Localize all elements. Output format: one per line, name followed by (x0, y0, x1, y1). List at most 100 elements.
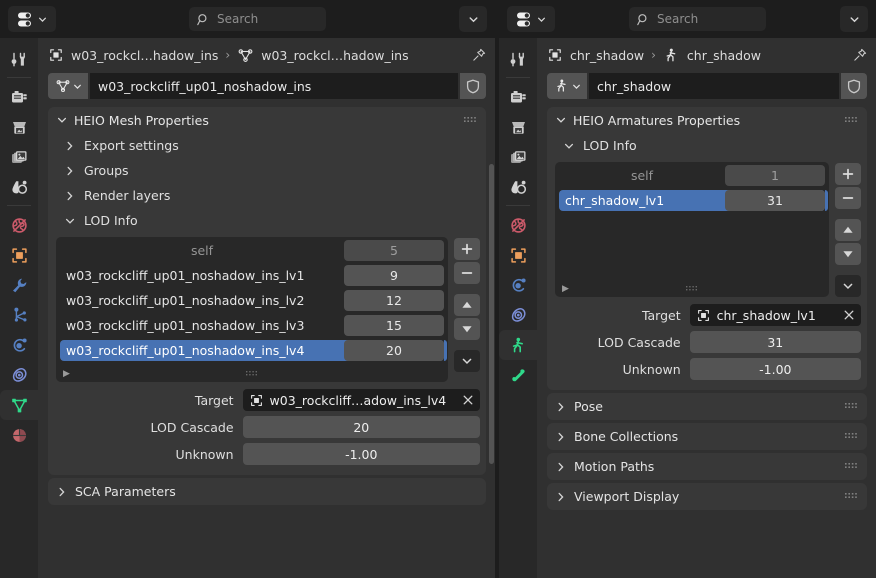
list-item[interactable]: w03_rockcliff_up01_noshadow_ins_lv1 9 (60, 265, 444, 286)
list-item[interactable]: w03_rockcliff_up01_noshadow_ins_lv4 20 (60, 340, 447, 361)
lod-cascade-value[interactable]: 5 (344, 240, 444, 261)
list-item[interactable]: chr_shadow_lv1 31 (559, 190, 828, 211)
shield-fake-user-icon[interactable] (460, 73, 486, 99)
right-editor-options-button[interactable] (840, 6, 868, 32)
subpanel-lod-info[interactable]: LOD Info (547, 133, 867, 158)
unknown-field[interactable]: -1.00 (242, 443, 480, 465)
grip-dots-icon[interactable] (559, 285, 825, 292)
sidebar-item-object[interactable] (0, 240, 38, 270)
sidebar-item-physics[interactable] (0, 330, 38, 360)
add-lod-button[interactable] (454, 238, 480, 260)
lod-cascade-field[interactable]: 20 (242, 416, 480, 438)
armature-name-input[interactable]: chr_shadow (589, 73, 839, 99)
sca-parameters-panel-header[interactable]: SCA Parameters (48, 478, 486, 505)
pin-icon[interactable] (471, 47, 487, 63)
remove-lod-button[interactable] (835, 187, 861, 209)
sidebar-item-object-constraints[interactable] (499, 300, 537, 330)
grip-dots-icon[interactable] (845, 462, 859, 471)
list-item[interactable]: self 5 (60, 240, 444, 261)
sidebar-item-output[interactable] (0, 112, 38, 142)
lod-specials-menu-button[interactable] (835, 275, 861, 297)
pin-icon[interactable] (852, 47, 868, 63)
list-item[interactable]: w03_rockcliff_up01_noshadow_ins_lv2 12 (60, 290, 444, 311)
grip-dots-icon[interactable] (845, 116, 859, 125)
breadcrumb-data-name[interactable]: w03_rockcl…hadow_ins (261, 48, 408, 63)
subpanel-export-settings[interactable]: Export settings (48, 133, 486, 158)
sidebar-item-render[interactable] (499, 82, 537, 112)
panel-title: SCA Parameters (75, 484, 176, 499)
sidebar-item-view-layer[interactable] (0, 142, 38, 172)
sidebar-item-physics[interactable] (499, 270, 537, 300)
editor-type-selector[interactable] (8, 6, 56, 32)
search-input[interactable]: Search (189, 7, 326, 31)
move-lod-up-button[interactable] (454, 294, 480, 316)
grip-dots-icon[interactable] (60, 370, 444, 377)
viewport-display-panel-header[interactable]: Viewport Display (547, 483, 867, 510)
subpanel-lod-info[interactable]: LOD Info (48, 208, 486, 233)
sidebar-item-object-data-armature[interactable] (499, 330, 537, 360)
chevron-down-icon (849, 14, 860, 25)
lod-cascade-value[interactable]: 1 (725, 165, 825, 186)
pose-panel-header[interactable]: Pose (547, 393, 867, 420)
left-content-scrollbar[interactable] (489, 164, 494, 464)
lod-cascade-value[interactable]: 15 (344, 315, 444, 336)
sidebar-item-world[interactable] (0, 210, 38, 240)
sidebar-item-scene[interactable] (0, 172, 38, 206)
grip-dots-icon[interactable] (464, 116, 478, 125)
lod-cascade-value[interactable]: 20 (344, 340, 444, 361)
move-lod-up-button[interactable] (835, 219, 861, 241)
x-icon[interactable] (462, 394, 474, 406)
lod-cascade-value[interactable]: 31 (725, 190, 825, 211)
target-id-field[interactable]: w03_rockcliff…adow_ins_lv4 (242, 389, 480, 411)
heio-mesh-properties-panel-header[interactable]: HEIO Mesh Properties (48, 107, 486, 133)
sidebar-item-bone[interactable] (499, 360, 537, 390)
id-type-dropdown[interactable] (48, 73, 88, 99)
breadcrumb-object-name[interactable]: chr_shadow (570, 48, 644, 63)
move-lod-down-button[interactable] (454, 318, 480, 340)
sidebar-item-modifiers[interactable] (0, 270, 38, 300)
lod-cascade-value[interactable]: 9 (344, 265, 444, 286)
plus-icon (461, 243, 473, 255)
target-id-field[interactable]: chr_shadow_lv1 (689, 304, 861, 326)
add-lod-button[interactable] (835, 163, 861, 185)
remove-lod-button[interactable] (454, 262, 480, 284)
grip-dots-icon[interactable] (845, 492, 859, 501)
properties-editor-icon (516, 11, 535, 28)
list-item[interactable]: self 1 (559, 165, 825, 186)
x-icon[interactable] (843, 309, 855, 321)
sidebar-item-output[interactable] (499, 112, 537, 142)
grip-dots-icon[interactable] (845, 432, 859, 441)
sidebar-item-material[interactable] (0, 420, 38, 450)
subpanel-label: Export settings (84, 138, 179, 153)
sidebar-item-tool[interactable] (499, 44, 537, 78)
breadcrumb-data-name[interactable]: chr_shadow (687, 48, 761, 63)
lod-specials-menu-button[interactable] (454, 350, 480, 372)
grip-dots-icon[interactable] (845, 402, 859, 411)
search-input[interactable]: Search (629, 7, 766, 31)
id-type-dropdown[interactable] (547, 73, 587, 99)
sidebar-item-object-data-mesh[interactable] (0, 390, 38, 420)
mesh-name-input[interactable]: w03_rockcliff_up01_noshadow_ins (90, 73, 458, 99)
sidebar-item-object-constraints[interactable] (0, 360, 38, 390)
editor-type-selector[interactable] (507, 6, 555, 32)
heio-armatures-properties-panel-header[interactable]: HEIO Armatures Properties (547, 107, 867, 133)
subpanel-render-layers[interactable]: Render layers (48, 183, 486, 208)
lod-cascade-value[interactable]: 12 (344, 290, 444, 311)
shield-fake-user-icon[interactable] (841, 73, 867, 99)
sidebar-item-tool[interactable] (0, 44, 38, 78)
bone-collections-panel-header[interactable]: Bone Collections (547, 423, 867, 450)
lod-cascade-field[interactable]: 31 (689, 331, 861, 353)
motion-paths-panel-header[interactable]: Motion Paths (547, 453, 867, 480)
breadcrumb-object-name[interactable]: w03_rockcl…hadow_ins (71, 48, 218, 63)
move-lod-down-button[interactable] (835, 243, 861, 265)
list-item[interactable]: w03_rockcliff_up01_noshadow_ins_lv3 15 (60, 315, 444, 336)
sidebar-item-particles[interactable] (0, 300, 38, 330)
left-editor-options-button[interactable] (459, 6, 487, 32)
unknown-field[interactable]: -1.00 (689, 358, 861, 380)
sidebar-item-render[interactable] (0, 82, 38, 112)
sidebar-item-object[interactable] (499, 240, 537, 270)
sidebar-item-view-layer[interactable] (499, 142, 537, 172)
sidebar-item-scene[interactable] (499, 172, 537, 206)
subpanel-groups[interactable]: Groups (48, 158, 486, 183)
sidebar-item-world[interactable] (499, 210, 537, 240)
